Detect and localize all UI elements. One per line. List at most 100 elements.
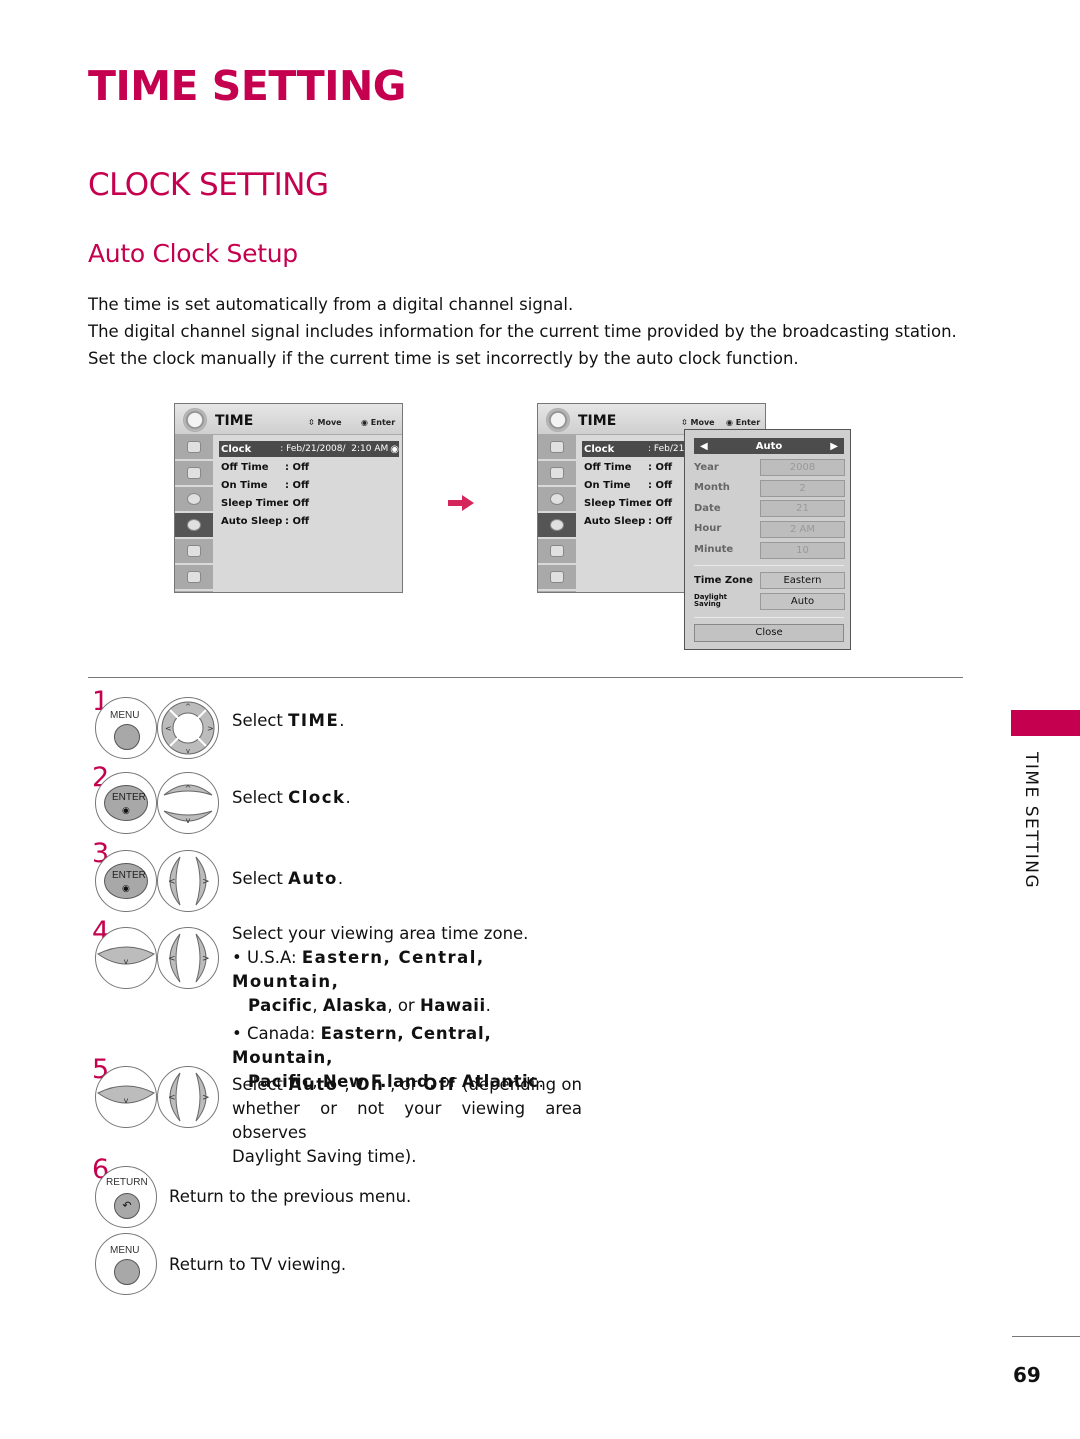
move-label: Move: [317, 418, 342, 427]
row-label: Off Time: [584, 461, 632, 473]
menu-row-off-time: Off Time : Off: [582, 459, 672, 475]
step-7-text: Return to TV viewing.: [169, 1255, 347, 1274]
svg-text:<: <: [168, 954, 176, 964]
time-zone-value: Eastern: [760, 572, 845, 589]
menu-row-on-time: On Time: Off: [219, 477, 309, 493]
field-label: Hour: [694, 523, 722, 534]
return-arrow-icon: ↶: [114, 1193, 140, 1219]
time-menu-screenshot: TIME ⇳ Move ◉ Enter Clock : Feb/21/2008/…: [174, 403, 403, 593]
field-value-year: 2008: [760, 459, 845, 476]
divider: [694, 565, 844, 566]
menu-title: TIME: [215, 413, 254, 429]
menu-button-label: MENU: [110, 1245, 140, 1256]
field-value-date: 21: [760, 500, 845, 517]
move-arrows-icon: ⇳: [308, 418, 315, 427]
left-right-arrows-icon: < >: [168, 1072, 210, 1122]
footer-rule: [1012, 1336, 1080, 1337]
enter-dot-icon: ◉: [361, 418, 368, 427]
intro-line: The time is set automatically from a dig…: [88, 295, 574, 314]
menu-row-on-time: On Time : Off: [582, 477, 672, 493]
enter-button-label: ENTER: [112, 792, 146, 803]
sidebar-option-icon: [538, 539, 576, 565]
menu-row-clock: Clock : Feb/21/2008/ 2:10 AM ◉: [219, 441, 399, 457]
step-keyword: Auto: [288, 869, 338, 888]
step-2-text: Select Clock.: [232, 786, 351, 810]
svg-text:^: ^: [185, 784, 192, 793]
daylight-label-line: Saving: [694, 600, 721, 608]
intro-text: The time is set automatically from a dig…: [88, 291, 957, 372]
sidebar-picture-icon: [175, 461, 213, 487]
usa-zones-cont: Pacific, Alaska, or Hawaii.: [248, 996, 491, 1015]
sidebar-option-icon: [175, 539, 213, 565]
enter-dot-icon: ◉: [122, 884, 130, 894]
menu-row-auto-sleep: Auto Sleep: Off: [219, 513, 309, 529]
enter-button: ENTER ◉: [95, 772, 157, 834]
page-title: TIME SETTING: [88, 62, 406, 110]
svg-text:^: ^: [185, 703, 191, 711]
enter-dot-icon: ◉: [122, 806, 130, 816]
move-hint: ⇳ Move: [681, 418, 715, 427]
enter-button: ENTER ◉: [95, 850, 157, 912]
enter-hint: ◉ Enter: [726, 418, 760, 427]
step-text: Select: [232, 788, 289, 807]
daylight-saving-value: Auto: [760, 593, 845, 610]
option-auto: Auto: [288, 1075, 339, 1094]
up-down-arrows-icon: ^v: [163, 784, 213, 825]
chapter-label: TIME SETTING: [1005, 752, 1045, 892]
menu-button: MENU: [95, 697, 157, 759]
enter-dot-icon: ◉: [726, 418, 733, 427]
sidebar-audio-icon: [538, 487, 576, 513]
page-number: 69: [1013, 1363, 1041, 1387]
svg-text:v: v: [186, 747, 190, 755]
svg-text:<: <: [165, 724, 172, 733]
up-down-pad: ^ v: [157, 772, 219, 834]
step-text: (depending on: [462, 1075, 582, 1094]
row-label: Sleep Timer: [584, 497, 652, 509]
svg-text:>: >: [207, 724, 214, 733]
svg-text:v: v: [124, 957, 129, 966]
intro-line: The digital channel signal includes info…: [88, 322, 957, 341]
divider-rule: [88, 677, 963, 678]
row-value: : Off: [648, 479, 673, 491]
row-label: Auto Sleep: [221, 515, 283, 527]
row-value: : Off: [648, 461, 673, 473]
clock-icon: [546, 408, 570, 432]
row-label: On Time: [221, 479, 268, 491]
row-value: : Off: [648, 515, 673, 527]
step-4-text: Select your viewing area time zone. • U.…: [232, 922, 582, 1094]
left-right-arrows-icon: < >: [168, 933, 210, 983]
svg-text:<: <: [168, 877, 176, 887]
mode-value: Auto: [755, 440, 783, 452]
sidebar-lock-icon: [175, 565, 213, 591]
step-text: whether or not your viewing area observe…: [232, 1099, 582, 1142]
row-label: On Time: [584, 479, 631, 491]
menu-header: TIME ⇳ Move ◉ Enter: [175, 404, 402, 435]
usa-zones: • U.S.A: Eastern, Central, Mountain,: [232, 946, 582, 994]
sidebar-audio-icon: [175, 487, 213, 513]
svg-text:<: <: [168, 1093, 176, 1103]
step-keyword: Clock: [288, 788, 346, 807]
canada-zones: • Canada: Eastern, Central, Mountain,: [232, 1022, 582, 1070]
down-button: v: [95, 927, 157, 989]
left-triangle-icon: ◀: [700, 440, 708, 452]
row-label: Sleep Timer: [221, 497, 289, 509]
field-label: Year: [694, 462, 719, 473]
row-label: Clock: [584, 443, 615, 455]
field-value-month: 2: [760, 480, 845, 497]
menu-row-auto-sleep: Auto Sleep: Off: [582, 513, 672, 529]
subsection-title: Auto Clock Setup: [88, 239, 298, 268]
menu-sidebar: [538, 435, 576, 592]
menu-sidebar: [175, 435, 213, 592]
move-hint: ⇳ Move: [308, 418, 342, 427]
step-text: .: [345, 788, 351, 807]
chapter-label-text: TIME SETTING: [1021, 752, 1041, 890]
step-text: Select: [232, 1075, 283, 1094]
svg-text:v: v: [124, 1096, 129, 1105]
step-1-text: Select TIME.: [232, 709, 345, 733]
move-arrows-icon: ⇳: [681, 418, 688, 427]
return-button: RETURN ↶: [95, 1166, 157, 1228]
zone: Alaska: [322, 996, 388, 1015]
step-5-line: Select Auto, On, or Off (depending on: [232, 1073, 582, 1097]
clock-icon: [183, 408, 207, 432]
step-5-text: Select Auto, On, or Off (depending on wheth…: [232, 1073, 582, 1169]
